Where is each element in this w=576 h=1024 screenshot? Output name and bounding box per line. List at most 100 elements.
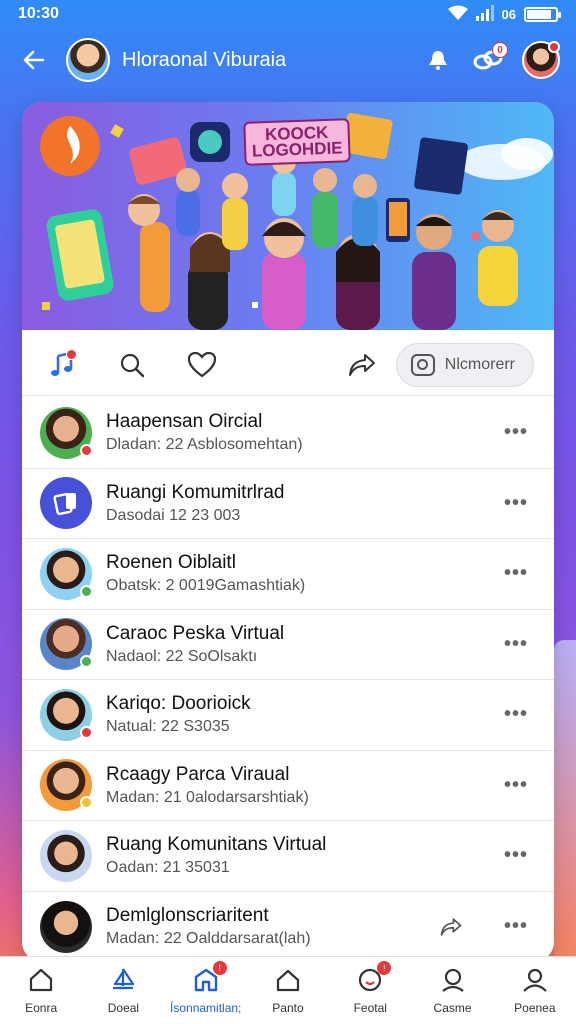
- list-item[interactable]: Rcaagy Parca Viraual Madan: 21 0alodarsar…: [22, 751, 554, 821]
- status-dot: [80, 796, 93, 810]
- community-icon: !: [191, 961, 227, 995]
- more-options-button[interactable]: •••: [496, 841, 536, 871]
- item-title: Rcaagy Parca Viraual: [106, 763, 290, 785]
- list-item[interactable]: Caraoc Peska Virtual Nadaol: 22 SoOlsaktı…: [22, 610, 554, 680]
- link-button[interactable]: 0: [472, 42, 508, 76]
- action-row: Nlcmorerr: [22, 334, 554, 396]
- memories-button[interactable]: Nlcmorerr: [395, 342, 534, 387]
- share-icon: [440, 918, 462, 936]
- search-icon: [120, 353, 145, 377]
- item-subtitle: Natual: 22 S3035: [106, 718, 230, 736]
- nav-casme[interactable]: Casme: [415, 965, 491, 1015]
- list-item[interactable]: Roenen Oiblaitl Obatsk: 2 0019Gamashtiak)…: [22, 539, 554, 610]
- nav-label: Doeal: [107, 1001, 140, 1015]
- community-banner[interactable]: KOOCK LOGOHDIE: [22, 102, 554, 330]
- bell-button[interactable]: [422, 44, 454, 76]
- search-button[interactable]: [112, 345, 152, 385]
- status-dot: [80, 725, 93, 739]
- list-item[interactable]: Kariqo: Doorioick Natual: 22 S3035 •••: [22, 680, 554, 751]
- signal-text: 06: [501, 6, 516, 22]
- nav-home[interactable]: Eonra: [3, 965, 79, 1015]
- item-subtitle: Madan: 22 Oalddarsarat(lah): [106, 930, 311, 948]
- avatar: [40, 547, 93, 600]
- item-subtitle: Nadaol: 22 SoOlsaktı: [106, 647, 258, 665]
- status-dot: [80, 584, 93, 598]
- item-subtitle: Obatsk: 2 0019Gamashtiak): [106, 577, 306, 595]
- status-dot: [80, 655, 93, 669]
- bell-icon: [429, 51, 447, 70]
- avatar: [40, 618, 93, 671]
- avatar: [40, 406, 93, 459]
- item-subtitle: Dasodai 12 23 003: [106, 506, 241, 524]
- wifi-icon: [447, 5, 468, 24]
- camera-icon: [410, 353, 435, 376]
- more-options-button[interactable]: •••: [496, 629, 536, 659]
- avatar: [40, 759, 93, 812]
- like-button[interactable]: [182, 345, 222, 385]
- nav-feotal[interactable]: ! Feotal: [332, 961, 408, 1015]
- background-decoration: [554, 640, 576, 960]
- item-subtitle: Dladan: 22 Asblosomehtan): [106, 436, 303, 454]
- avatar: [40, 900, 92, 953]
- nav-label: Poenea: [514, 1001, 556, 1015]
- nav-panto[interactable]: Panto: [250, 965, 326, 1015]
- banner-title: KOOCK LOGOHDIE: [243, 118, 351, 166]
- share-button[interactable]: [342, 345, 382, 385]
- notification-badge: 0: [492, 42, 508, 58]
- item-title: Haapensan Oircial: [106, 411, 263, 433]
- nav-label: Panto: [272, 1001, 304, 1015]
- community-card: KOOCK LOGOHDIE Nlcmorerr Haapensan Oirci…: [22, 102, 554, 962]
- music-badge: [66, 348, 77, 360]
- more-options-button[interactable]: •••: [496, 418, 536, 448]
- list-item[interactable]: Demlglonscriaritent Madan: 22 Oalddarsara…: [22, 892, 554, 963]
- item-title: Kariqo: Doorioick: [106, 693, 251, 715]
- item-title: Roenen Oiblaitl: [106, 552, 236, 574]
- user-icon: [438, 965, 468, 995]
- page-title: Hlorаonal Viburaia: [122, 48, 287, 71]
- share-item-button[interactable]: [436, 912, 466, 942]
- avatar: [40, 477, 92, 530]
- nav-label: Eonra: [25, 1001, 58, 1015]
- memories-label: Nlcmorerr: [444, 355, 515, 373]
- more-options-button[interactable]: •••: [496, 912, 536, 942]
- devices-icon: [53, 493, 76, 516]
- face-icon: !: [355, 961, 392, 995]
- heart-icon: [187, 351, 217, 377]
- profile-icon: [520, 965, 550, 995]
- signal-icon: [475, 4, 494, 24]
- nav-deal[interactable]: Doeal: [85, 965, 161, 1015]
- more-options-button[interactable]: •••: [496, 559, 536, 589]
- profile-avatar[interactable]: [522, 41, 560, 79]
- item-subtitle: Oadan: 21 35031: [106, 859, 230, 877]
- app-bar-actions: 0: [422, 41, 560, 79]
- bottom-navigation: Eonra Doeal ! Ísonnamitlan; Panto ! Feot…: [0, 956, 576, 1024]
- share-icon: [348, 353, 375, 376]
- more-options-button[interactable]: •••: [496, 488, 536, 518]
- item-subtitle: Madan: 21 0alodarsarshtiak): [106, 788, 309, 806]
- channel-avatar[interactable]: [66, 38, 110, 82]
- arrow-left-icon: [23, 50, 45, 70]
- nav-community[interactable]: ! Ísonnamitlan;: [168, 961, 244, 1015]
- list-item[interactable]: Haapensan Oircial Dladan: 22 Asblosomehta…: [22, 398, 554, 469]
- nav-label: Casme: [433, 1001, 472, 1015]
- nav-label: Ísonnamitlan;: [170, 1001, 242, 1015]
- home-outline-icon: [273, 965, 303, 995]
- battery-icon: [524, 6, 561, 22]
- item-title: Demlglonscriaritent: [106, 905, 269, 927]
- avatar: [40, 688, 93, 741]
- more-options-button[interactable]: •••: [496, 700, 536, 730]
- nav-badge: !: [212, 961, 227, 975]
- conversation-list: Haapensan Oircial Dladan: 22 Asblosomehta…: [22, 398, 554, 962]
- nav-poenea[interactable]: Poenea: [497, 965, 573, 1015]
- list-item[interactable]: Ruangi Komumitrlrad Dasodai 12 23 003 •••: [22, 469, 554, 539]
- more-options-button[interactable]: •••: [496, 770, 536, 800]
- item-title: Caraoc Peska Virtual: [106, 622, 285, 644]
- list-item[interactable]: Ruang Komunitans Virtual Oadan: 21 35031 …: [22, 821, 554, 892]
- nav-label: Feotal: [353, 1001, 387, 1015]
- music-button[interactable]: [42, 345, 82, 385]
- profile-status-dot: [548, 41, 560, 53]
- status-bar: 10:30 06: [0, 0, 576, 28]
- item-title: Ruangi Komumitrlrad: [106, 481, 285, 503]
- back-button[interactable]: [16, 42, 52, 78]
- sailboat-icon: [108, 965, 138, 995]
